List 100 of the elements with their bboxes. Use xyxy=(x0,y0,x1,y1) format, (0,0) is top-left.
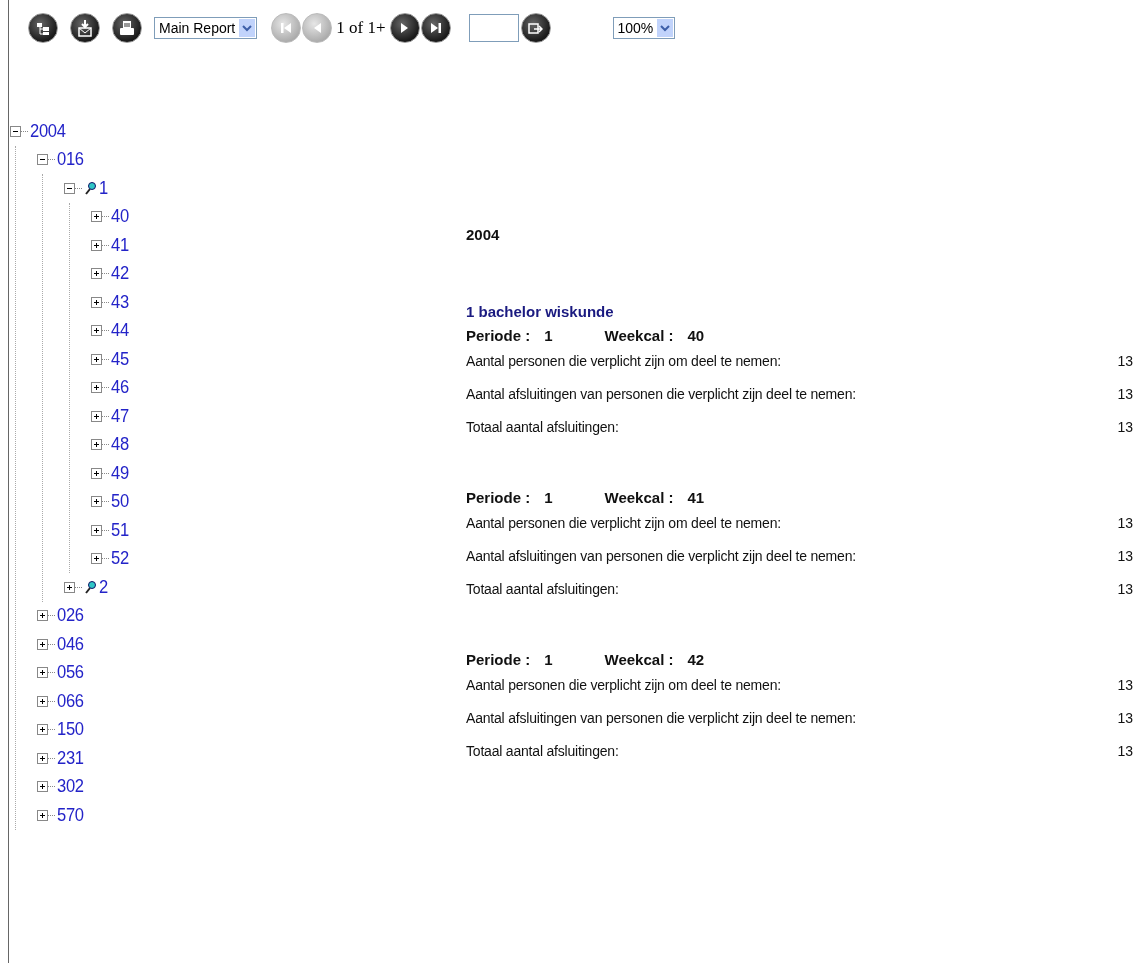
expand-toggle[interactable] xyxy=(91,268,102,280)
expand-toggle[interactable] xyxy=(91,410,102,422)
envelope-icon xyxy=(78,19,92,37)
tree-node-link[interactable]: 42 xyxy=(111,263,129,285)
caret-icon xyxy=(660,24,671,32)
last-page-button[interactable] xyxy=(420,13,451,43)
caret-icon xyxy=(242,24,253,32)
tree-node-link[interactable]: 51 xyxy=(111,519,129,541)
expand-toggle[interactable] xyxy=(91,496,102,508)
expand-toggle[interactable] xyxy=(37,610,48,622)
expand-toggle[interactable] xyxy=(91,325,102,337)
skip-back-icon xyxy=(280,22,293,34)
expand-toggle[interactable] xyxy=(37,809,48,821)
metric-label: Aantal personen die verplicht zijn om deel te nemen: xyxy=(466,352,781,369)
tree-node-link[interactable]: 066 xyxy=(57,690,84,712)
expand-toggle[interactable] xyxy=(64,581,75,593)
expand-toggle[interactable] xyxy=(91,296,102,308)
tree-node-link[interactable]: 40 xyxy=(111,206,129,228)
collapse-toggle[interactable] xyxy=(37,154,48,166)
tree-node-link[interactable]: 150 xyxy=(57,719,84,741)
tree-node-link[interactable]: 44 xyxy=(111,320,129,342)
expand-toggle[interactable] xyxy=(37,781,48,793)
expand-toggle[interactable] xyxy=(91,553,102,565)
expand-toggle[interactable] xyxy=(91,353,102,365)
tree-node-link[interactable]: 056 xyxy=(57,662,84,684)
expand-toggle[interactable] xyxy=(37,695,48,707)
expand-toggle[interactable] xyxy=(37,638,48,650)
tree-node-link[interactable]: 52 xyxy=(111,548,129,570)
expand-toggle[interactable] xyxy=(91,467,102,479)
next-page-button[interactable] xyxy=(389,13,420,43)
metric-label: Aantal afsluitingen van personen die verplicht zijn deel te nemen: xyxy=(466,547,856,564)
metric-value: 13 xyxy=(1117,514,1133,531)
arrow-icon xyxy=(528,22,543,34)
tree-node-link[interactable]: 016 xyxy=(57,149,84,171)
expand-toggle[interactable] xyxy=(91,382,102,394)
metric-label: Aantal personen die verplicht zijn om deel te nemen: xyxy=(466,676,781,693)
report-year: 2004 xyxy=(466,226,501,243)
tree-node-link[interactable]: 48 xyxy=(111,434,129,456)
field-value: 1 xyxy=(544,327,553,344)
tree-node-link[interactable]: 570 xyxy=(57,804,84,826)
printer-icon xyxy=(119,20,135,36)
field-label: Weekcal : xyxy=(604,489,674,506)
tree-node-link[interactable]: 026 xyxy=(57,605,84,627)
tree-node-link[interactable]: 49 xyxy=(111,462,129,484)
export-button[interactable] xyxy=(70,13,100,43)
collapse-toggle[interactable] xyxy=(10,125,21,137)
tree-node-link[interactable]: 45 xyxy=(111,348,129,370)
tree-node-link[interactable]: 1 xyxy=(99,177,108,199)
report-dropdown[interactable]: Main Report xyxy=(154,17,258,39)
skip-forward-icon xyxy=(429,22,442,34)
group-tree-button[interactable] xyxy=(28,13,58,43)
page-number-field[interactable] xyxy=(468,14,519,42)
expand-toggle[interactable] xyxy=(37,724,48,736)
field-label: Weekcal : xyxy=(604,327,674,344)
field-label: Weekcal : xyxy=(604,651,674,668)
tree-node-link[interactable]: 46 xyxy=(111,377,129,399)
go-button[interactable] xyxy=(520,13,551,43)
group-title: 1 bachelor wiskunde xyxy=(466,303,615,320)
field-value: 40 xyxy=(687,327,705,344)
metric-value: 13 xyxy=(1117,709,1133,726)
expand-toggle[interactable] xyxy=(91,239,102,251)
tree-node-link[interactable]: 50 xyxy=(111,491,129,513)
field-label: Periode : xyxy=(466,489,531,506)
field-value: 41 xyxy=(687,489,705,506)
tree-icon xyxy=(36,20,50,36)
tree-node-link[interactable]: 2004 xyxy=(30,120,66,142)
collapse-toggle[interactable] xyxy=(64,182,75,194)
print-button[interactable] xyxy=(112,13,142,43)
expand-toggle[interactable] xyxy=(91,524,102,536)
expand-toggle[interactable] xyxy=(91,211,102,223)
metric-value: 13 xyxy=(1117,418,1133,435)
tree-node-link[interactable]: 231 xyxy=(57,747,84,769)
metric-label: Aantal personen die verplicht zijn om deel te nemen: xyxy=(466,514,781,531)
tree-node-link[interactable]: 302 xyxy=(57,776,84,798)
field-value: 1 xyxy=(544,489,553,506)
tree-node-link[interactable]: 41 xyxy=(111,234,129,256)
metric-value: 13 xyxy=(1117,352,1133,369)
metric-label: Aantal afsluitingen van personen die verplicht zijn deel te nemen: xyxy=(466,709,856,726)
tree-node-link[interactable]: 43 xyxy=(111,291,129,313)
metric-label: Totaal aantal afsluitingen: xyxy=(466,418,619,435)
field-label: Periode : xyxy=(466,651,531,668)
metric-value: 13 xyxy=(1117,385,1133,402)
metric-label: Totaal aantal afsluitingen: xyxy=(466,742,619,759)
tree-node-link[interactable]: 47 xyxy=(111,405,129,427)
metric-value: 13 xyxy=(1117,676,1133,693)
tree-node-link[interactable]: 046 xyxy=(57,633,84,655)
metric-label: Aantal afsluitingen van personen die verplicht zijn deel te nemen: xyxy=(466,385,856,402)
zoom-dropdown[interactable]: 100% xyxy=(612,17,676,39)
page-indicator: 1 of 1+ xyxy=(336,18,386,38)
field-value: 42 xyxy=(687,651,705,668)
metric-label: Totaal aantal afsluitingen: xyxy=(466,580,619,597)
expand-toggle[interactable] xyxy=(91,439,102,451)
expand-toggle[interactable] xyxy=(37,752,48,764)
forward-icon xyxy=(400,22,409,34)
expand-toggle[interactable] xyxy=(37,667,48,679)
back-icon xyxy=(312,22,322,34)
metric-value: 13 xyxy=(1117,547,1133,564)
metric-value: 13 xyxy=(1117,580,1133,597)
field-value: 1 xyxy=(544,651,553,668)
tree-node-link[interactable]: 2 xyxy=(99,576,108,598)
